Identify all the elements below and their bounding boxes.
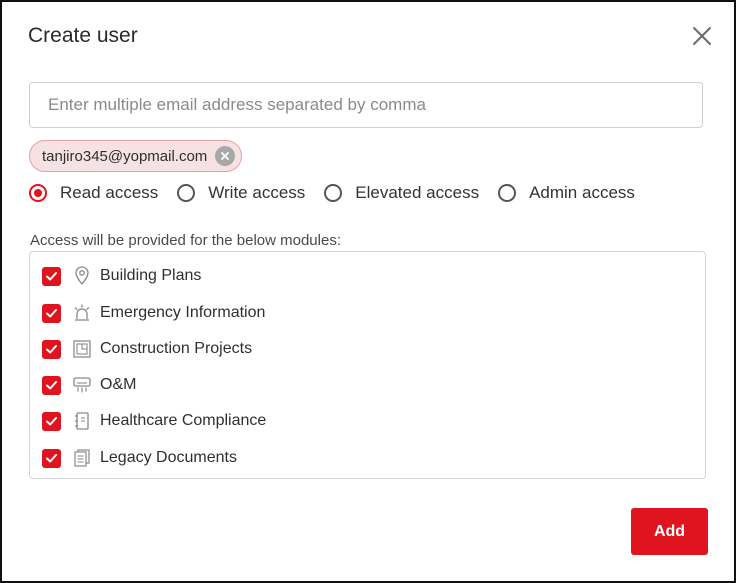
module-label: Healthcare Compliance xyxy=(100,412,267,429)
close-icon[interactable] xyxy=(690,24,714,48)
module-label: Building Plans xyxy=(100,267,202,284)
air-conditioner-icon xyxy=(72,375,92,395)
module-checkbox[interactable] xyxy=(42,411,61,431)
radio-elevated-access-circle[interactable] xyxy=(324,184,343,202)
radio-read-access-label: Read access xyxy=(60,183,159,202)
module-checkbox[interactable] xyxy=(42,339,61,359)
create-user-dialog: Create user tanjiro345@yopmail.com Read … xyxy=(0,0,736,583)
module-building-plans[interactable]: Building Plans xyxy=(42,265,201,287)
module-legacy-documents[interactable]: Legacy Documents xyxy=(42,447,237,469)
radio-admin-access[interactable]: Admin access xyxy=(498,183,635,203)
module-emergency-information[interactable]: Emergency Information xyxy=(42,302,265,324)
module-healthcare-compliance[interactable]: Healthcare Compliance xyxy=(42,410,266,432)
module-construction-projects[interactable]: Construction Projects xyxy=(42,338,252,360)
module-label: O&M xyxy=(100,376,137,393)
modules-list: Building Plans Emergency Information Con… xyxy=(29,251,706,479)
radio-write-access-circle[interactable] xyxy=(177,184,196,202)
notebook-icon xyxy=(72,411,92,431)
module-checkbox[interactable] xyxy=(42,303,61,323)
module-o-and-m[interactable]: O&M xyxy=(42,374,136,396)
blueprint-icon xyxy=(72,339,92,359)
module-checkbox[interactable] xyxy=(42,266,61,286)
map-pin-icon xyxy=(72,266,92,286)
add-button[interactable]: Add xyxy=(631,508,708,555)
radio-write-access[interactable]: Write access xyxy=(177,183,305,203)
alarm-light-icon xyxy=(72,303,92,323)
access-radio-group: Read access Write access Elevated access… xyxy=(29,183,654,203)
module-label: Legacy Documents xyxy=(100,449,237,466)
module-checkbox[interactable] xyxy=(42,448,61,468)
remove-circle-icon[interactable] xyxy=(215,146,236,166)
module-checkbox[interactable] xyxy=(42,375,61,395)
email-chip-label: tanjiro345@yopmail.com xyxy=(42,147,208,165)
email-chip: tanjiro345@yopmail.com xyxy=(29,140,243,172)
module-label: Construction Projects xyxy=(100,340,253,357)
dialog-title: Create user xyxy=(28,24,138,47)
radio-read-access[interactable]: Read access xyxy=(29,183,158,203)
radio-elevated-access-label: Elevated access xyxy=(355,183,480,202)
modules-heading: Access will be provided for the below mo… xyxy=(30,232,341,249)
radio-write-access-label: Write access xyxy=(208,183,306,202)
radio-admin-access-label: Admin access xyxy=(529,183,635,202)
radio-elevated-access[interactable]: Elevated access xyxy=(324,183,479,203)
radio-read-access-circle[interactable] xyxy=(29,184,47,202)
documents-icon xyxy=(72,448,92,468)
radio-admin-access-circle[interactable] xyxy=(498,184,517,202)
email-input[interactable] xyxy=(29,82,703,128)
module-label: Emergency Information xyxy=(100,304,266,321)
